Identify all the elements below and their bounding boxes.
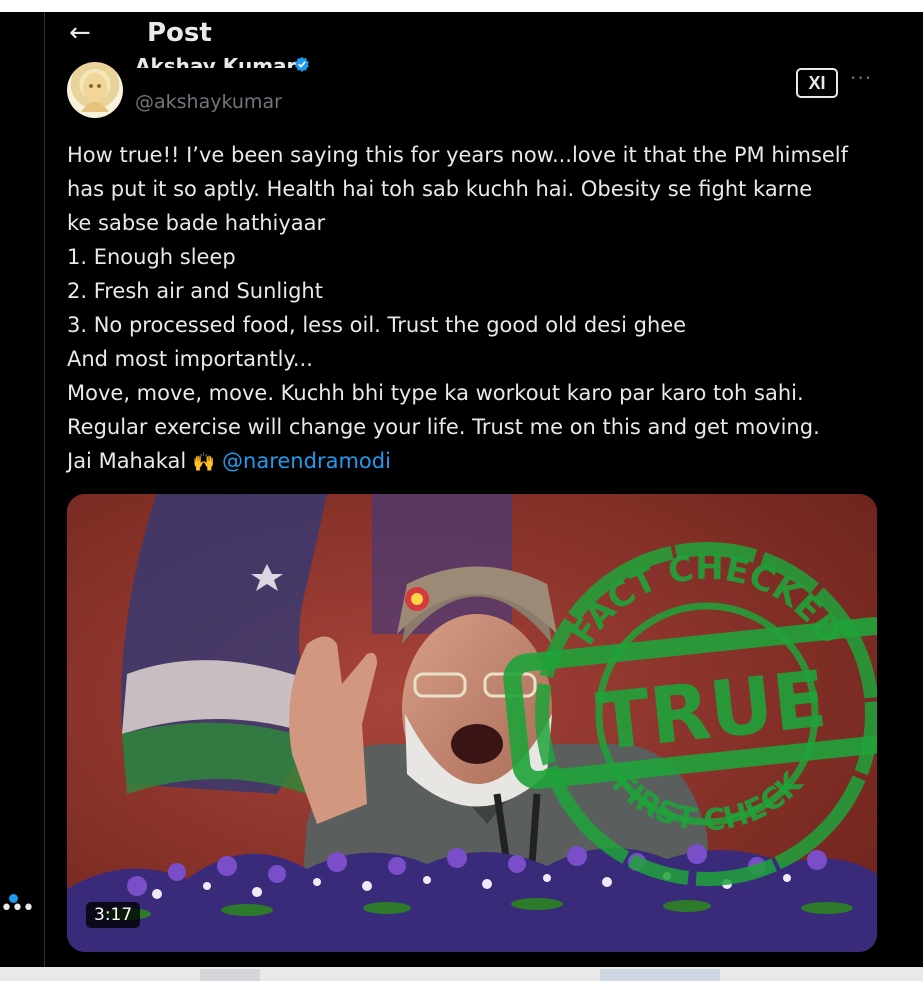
notification-dot: [9, 894, 18, 903]
fact-check-stamp: FACT CHECKED FIRST CHECK TRUE: [503, 542, 877, 886]
video-duration: 3:17: [86, 902, 141, 928]
taskbar-item: [200, 969, 260, 981]
tweet-line: How true!! I’ve been saying this for yea…: [67, 143, 849, 167]
grok-icon[interactable]: XI: [796, 68, 838, 98]
more-options-icon[interactable]: ···: [850, 66, 872, 90]
tweet-line: 2. Fresh air and Sunlight: [67, 279, 323, 303]
post-header: ← Post: [45, 12, 923, 58]
post-screen: ••• ← Post Akshay Kumar @akshaykumar XI …: [0, 0, 923, 981]
back-arrow-icon[interactable]: ←: [69, 18, 91, 48]
tweet-line: has put it so aptly. Health hai toh sab …: [67, 177, 813, 201]
page-title: Post: [147, 18, 212, 48]
taskbar-item: [600, 969, 720, 981]
author-handle[interactable]: @akshaykumar: [135, 90, 282, 114]
author-row: Akshay Kumar @akshaykumar XI ···: [45, 54, 923, 120]
raised-hands-emoji: 🙌: [192, 452, 216, 473]
tweet-line: Move, move, move. Kuchh bhi type ka work…: [67, 381, 804, 405]
author-display-name[interactable]: Akshay Kumar: [135, 54, 296, 68]
left-navigation: •••: [0, 12, 45, 967]
tweet-line: Regular exercise will change your life. …: [67, 415, 820, 439]
tweet-line-text: Jai Mahakal: [67, 449, 187, 473]
tweet-line: 1. Enough sleep: [67, 245, 236, 269]
mention-link[interactable]: @narendramodi: [222, 449, 391, 473]
video-player[interactable]: FACT CHECKED FIRST CHECK TRUE 3:17: [67, 494, 877, 952]
tweet-last-line: Jai Mahakal 🙌 @narendramodi: [67, 444, 917, 480]
avatar-image: [81, 73, 109, 112]
avatar[interactable]: [67, 62, 123, 118]
verified-badge-icon: [295, 56, 309, 72]
top-strip: [0, 0, 923, 12]
tweet-line: 3. No processed food, less oil. Trust th…: [67, 313, 687, 337]
tweet-text: How true!! I’ve been saying this for yea…: [67, 138, 917, 480]
taskbar-strip: [0, 967, 923, 981]
tweet-line: ke sabse bade hathiyaar: [67, 211, 326, 235]
tweet-line: And most importantly...: [67, 347, 313, 371]
